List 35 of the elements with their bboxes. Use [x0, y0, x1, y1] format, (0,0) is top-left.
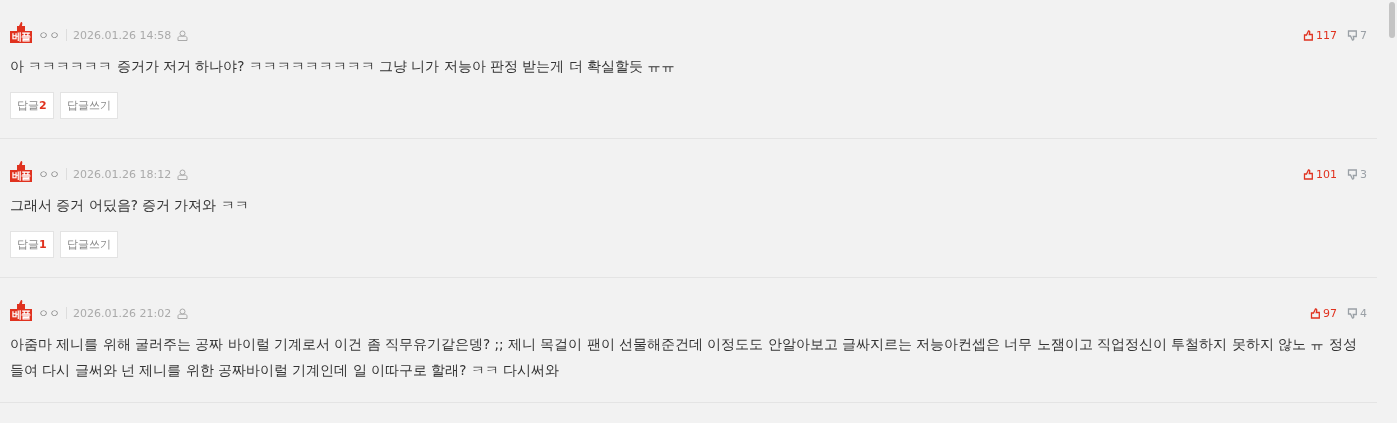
author-name: ㅇㅇ	[38, 305, 60, 321]
best-badge: 베플	[10, 308, 32, 321]
scrollbar[interactable]	[1389, 2, 1395, 38]
like-button[interactable]: 117	[1303, 28, 1337, 42]
dislike-button[interactable]: 4	[1347, 306, 1367, 320]
comment-text: 아줌마 제니를 위해 굴러주는 공짜 바이럴 기계로서 이건 좀 직무유기같은뎅? ;; 제니 목걸이 팬이 선물해준건데 이정도도 안알아보고 글싸지르는 저능아컨셉은 너무 노잼이고 직업정신이 투철하지 못하지 않노 ㅠ 정성들여 다시 글써와 넌 제니를 위한 공짜바이럴 기계인데 일 이따구로 할래? ㅋㅋ 다시써와	[10, 335, 1358, 380]
write-reply-button[interactable]: 답글쓰기	[59, 231, 118, 258]
thumbs-up-icon	[15, 160, 27, 170]
author-name: ㅇㅇ	[38, 27, 60, 43]
person-icon[interactable]	[177, 168, 189, 180]
thumbs-down-icon	[1347, 168, 1358, 180]
thumbs-up-icon	[1310, 307, 1321, 319]
like-button[interactable]: 101	[1303, 167, 1337, 181]
best-badge: 베플	[10, 30, 32, 43]
thumbs-down-icon	[1347, 29, 1358, 41]
comment-text: 아 ㅋㅋㅋㅋㅋㅋ 증거가 저거 하나야? ㅋㅋㅋㅋㅋㅋㅋㅋㅋ 그냥 니가 저능아 판정 받는게 더 확실할듯 ㅠㅠ	[10, 57, 677, 76]
thumbs-up-icon	[1303, 168, 1314, 180]
like-button[interactable]: 97	[1310, 306, 1337, 320]
person-icon[interactable]	[177, 307, 189, 319]
comment-date: 2026.01.26 14:58	[73, 28, 172, 42]
thumbs-up-icon	[15, 299, 27, 309]
replies-button[interactable]: 답글2	[10, 92, 54, 119]
comment-date: 2026.01.26 21:02	[73, 306, 172, 320]
best-badge: 베플	[10, 169, 32, 182]
comment-text: 그래서 증거 어딨음? 증거 가져와 ㅋㅋ	[10, 196, 250, 215]
write-reply-button[interactable]: 답글쓰기	[59, 92, 118, 119]
dislike-button[interactable]: 7	[1347, 28, 1367, 42]
thumbs-down-icon	[1347, 307, 1358, 319]
thumbs-up-icon	[15, 21, 27, 31]
thumbs-up-icon	[1303, 29, 1314, 41]
author-name: ㅇㅇ	[38, 166, 60, 182]
replies-button[interactable]: 답글1	[10, 231, 54, 258]
dislike-button[interactable]: 3	[1347, 167, 1367, 181]
comment-date: 2026.01.26 18:12	[73, 167, 172, 181]
person-icon[interactable]	[177, 29, 189, 41]
